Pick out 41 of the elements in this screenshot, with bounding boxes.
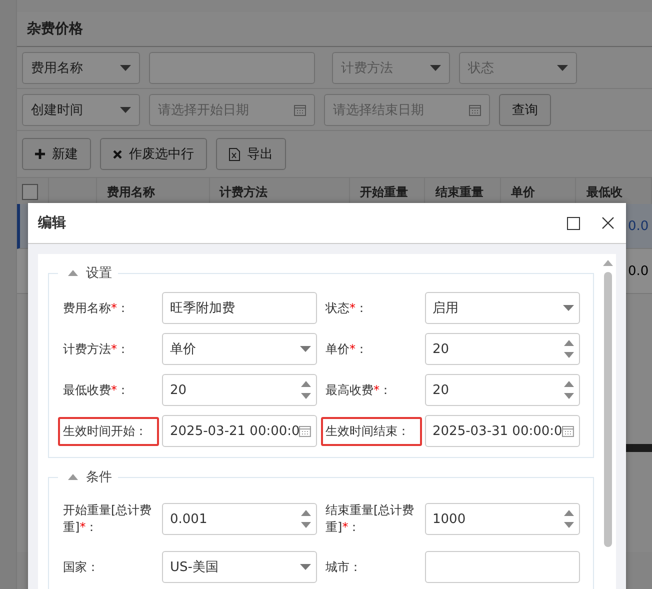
column-header: 开始重量 xyxy=(360,185,408,199)
table-cell-text: 0.0 xyxy=(628,264,650,278)
input-field[interactable]: 旺季附加费 xyxy=(162,292,317,324)
dropdown[interactable]: US-美国 xyxy=(162,551,317,583)
number-field[interactable]: 20 xyxy=(424,374,580,406)
column-header: 费用名称 xyxy=(107,185,156,199)
filter-dropdown[interactable]: 创建时间 xyxy=(22,94,140,126)
field-label: 最低收费*： xyxy=(62,382,130,398)
page-title: 杂费价格 xyxy=(17,12,652,47)
dialog-title: 编辑 xyxy=(38,214,67,232)
section-toggle[interactable]: 条件 xyxy=(58,468,118,486)
field-label: 单价*： xyxy=(324,340,368,358)
toolbar-button[interactable]: 新建 xyxy=(22,138,91,170)
field-label: 生效时间开始： xyxy=(58,416,159,446)
section-toggle[interactable]: 设置 xyxy=(58,264,118,282)
field-label: 城市： xyxy=(324,558,362,576)
field-label: 费用名称*： xyxy=(62,300,130,316)
number-field[interactable]: 20 xyxy=(424,333,580,365)
toolbar-button[interactable]: 导出 xyxy=(216,138,286,170)
filter-dropdown[interactable]: 费用名称 xyxy=(22,52,140,84)
column-header: 单价 xyxy=(510,185,535,199)
field-label: 最高收费*： xyxy=(324,382,392,398)
field-label: 计费方法*： xyxy=(62,340,130,358)
field-label: 结束重量[总计费重]*： xyxy=(324,502,416,536)
field-label: 生效时间结束： xyxy=(320,416,422,446)
number-field[interactable]: 0.001 xyxy=(162,503,317,535)
field-label: 开始重量[总计费重]*： xyxy=(62,502,153,536)
table-cell-text: 0.0 xyxy=(628,218,650,234)
date-field[interactable]: 2025-03-21 00:00:0 xyxy=(162,415,317,447)
number-field[interactable]: 20 xyxy=(162,374,317,406)
dropdown[interactable]: 启用 xyxy=(424,292,580,324)
dropdown[interactable]: 单价 xyxy=(162,333,317,365)
date-field[interactable]: 2025-03-31 00:00:0 xyxy=(424,415,580,447)
column-header: 结束重量 xyxy=(435,185,484,199)
column-header: 计费方法 xyxy=(220,185,268,199)
number-field[interactable]: 1000 xyxy=(424,503,580,535)
field-label: 状态*： xyxy=(324,300,368,316)
search-button[interactable]: 查询 xyxy=(499,94,551,126)
toolbar-button[interactable]: 作废选中行 xyxy=(100,138,207,170)
field-label: 国家： xyxy=(62,558,100,576)
column-header: 最低收 xyxy=(586,185,622,199)
